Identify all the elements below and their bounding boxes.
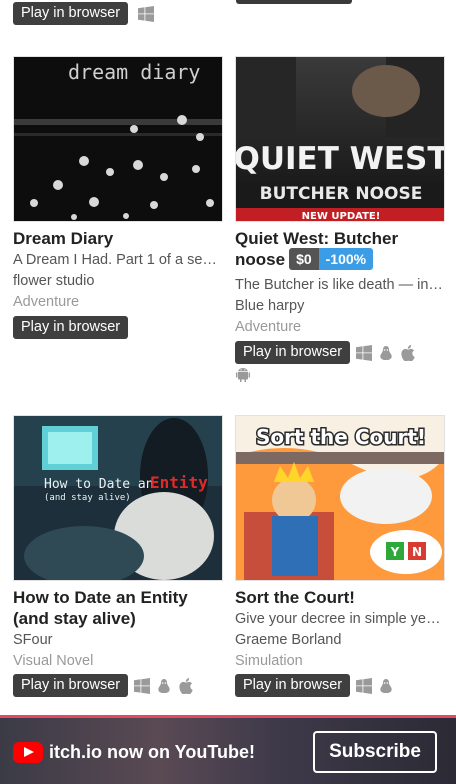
play-in-browser-button[interactable]: Play in browser [235,341,351,364]
thumb-logo-text: Sort the Court! [256,425,426,449]
game-title[interactable]: Quiet West: Butcher noose $0 -100% [235,228,445,272]
game-description: Give your decree in simple ye… [235,611,441,627]
android-icon [236,368,250,382]
thumb-logo-text: dream diary [68,60,200,84]
play-in-browser-button[interactable]: Play in browser [13,674,129,697]
game-genre: Adventure [13,294,80,310]
game-author[interactable]: Blue harpy [235,297,304,316]
thumb-yes-text: Y [390,545,400,559]
youtube-banner[interactable]: itch.io now on YouTube! Subscribe [0,715,456,784]
thumb-logo-text: QUIET WEST [236,141,445,177]
windows-icon [138,6,154,22]
game-genre: Visual Novel [13,653,94,669]
game-genre: Simulation [235,653,303,669]
windows-icon [356,677,373,694]
linux-icon [380,345,392,360]
game-title-line: How to Date an Entity [13,588,188,607]
game-title[interactable]: Dream Diary [13,228,113,249]
game-author[interactable]: Graeme Borland [235,631,341,650]
play-in-browser-button[interactable]: Play in browser [13,316,129,339]
game-author[interactable]: SFour [13,631,53,650]
game-title[interactable]: How to Date an Entity (and stay alive) [13,587,223,629]
previous-play-button-remnant[interactable] [236,0,352,4]
game-title-line: noose [235,250,286,269]
play-in-browser-button[interactable]: Play in browser [235,674,351,697]
previous-row-remnant: Play in browser [0,0,456,30]
game-genre: Adventure [235,319,302,335]
linux-icon [158,678,170,693]
game-title[interactable]: Sort the Court! [235,587,355,608]
game-thumbnail[interactable]: Y N Sort the Court! [235,415,445,581]
game-title-line: (and stay alive) [13,609,136,628]
thumb-update-text: NEW UPDATE! [302,211,381,222]
game-title-line: Quiet West: Butcher [235,229,399,248]
game-thumbnail[interactable]: dream diary [13,56,223,222]
thumb-logo-text: How to Date an [44,477,154,492]
banner-message: itch.io now on YouTube! [49,742,255,762]
play-in-browser-button[interactable]: Play in browser [13,2,129,25]
price-badge: $0 -100% [289,247,374,270]
game-author[interactable]: flower studio [13,272,94,291]
game-thumbnail[interactable]: How to Date an Entity (and stay alive) [13,415,223,581]
game-description: A Dream I Had. Part 1 of a se… [13,252,217,268]
thumb-no-text: N [412,545,422,559]
price-value: $0 [289,247,319,270]
apple-icon [401,344,415,361]
youtube-icon [13,742,43,763]
linux-icon [380,678,392,693]
discount-value: -100% [318,247,374,270]
apple-icon [179,677,193,694]
thumb-subtitle-text: (and stay alive) [44,493,131,503]
game-description: The Butcher is like death — in… [235,277,443,293]
thumb-subtitle-text: BUTCHER NOOSE [260,184,423,204]
thumb-logo-accent: Entity [150,473,208,492]
subscribe-button[interactable]: Subscribe [313,731,437,773]
windows-icon [356,344,373,361]
game-thumbnail[interactable]: QUIET WEST BUTCHER NOOSE NEW UPDATE! [235,56,445,222]
windows-icon [134,677,151,694]
